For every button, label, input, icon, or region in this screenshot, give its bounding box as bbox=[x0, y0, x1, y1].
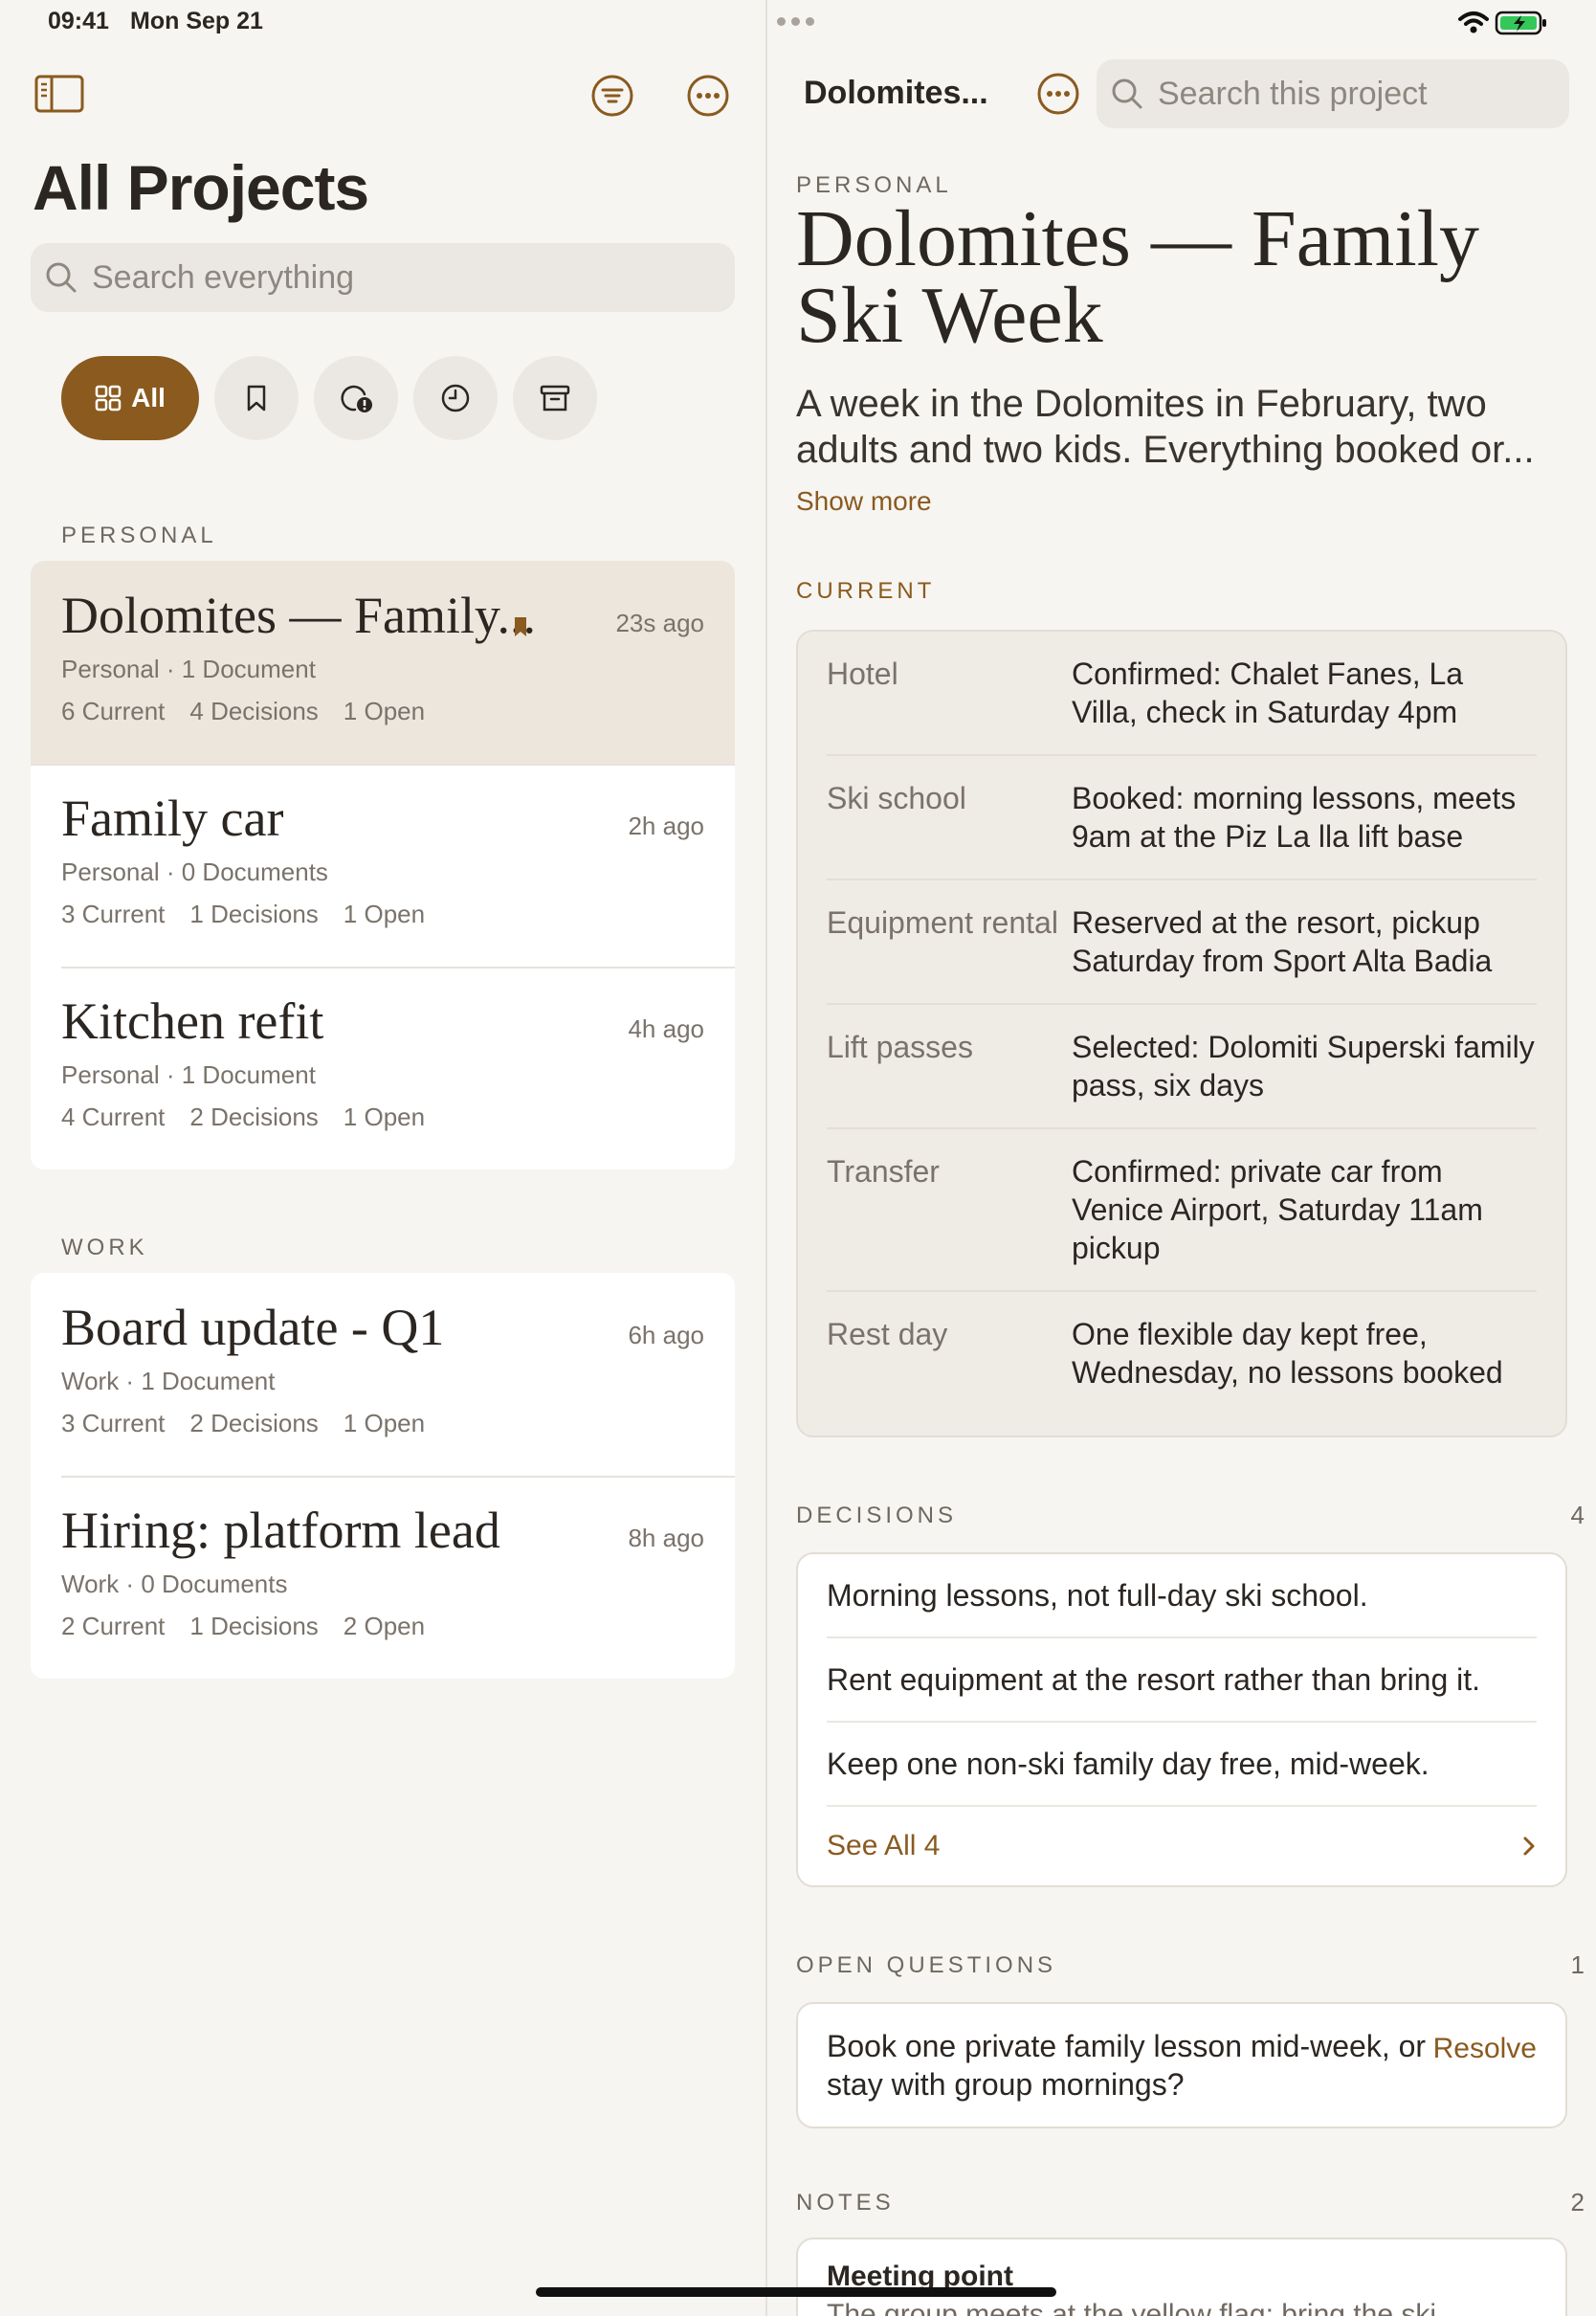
project-stats: 3 Current 2 Decisions 1 Open bbox=[61, 1409, 426, 1437]
detail-description: A week in the Dolomites in February, two… bbox=[796, 383, 1535, 471]
more-icon bbox=[687, 75, 729, 117]
filter-recent-chip[interactable] bbox=[413, 356, 498, 440]
show-more-link[interactable]: Show more bbox=[796, 486, 932, 517]
project-row-board-update[interactable]: Board update - Q1 6h ago Work · 1 Docume… bbox=[31, 1273, 735, 1476]
see-all-decisions-button[interactable]: See All 4 bbox=[827, 1807, 1537, 1885]
project-title: Dolomites — Family... bbox=[61, 587, 536, 644]
open-questions-count: 1 bbox=[1570, 1950, 1585, 1979]
filter-icon bbox=[591, 75, 633, 117]
filter-all-label: All bbox=[131, 383, 166, 412]
decisions-section-label: DECISIONS bbox=[796, 1503, 958, 1528]
search-icon bbox=[46, 262, 77, 293]
notes-count: 2 bbox=[1570, 2188, 1585, 2216]
more-button[interactable] bbox=[685, 73, 731, 119]
search-placeholder: Search this project bbox=[1158, 75, 1428, 112]
open-questions-list: Book one private family lesson mid-week,… bbox=[796, 2002, 1567, 2128]
search-input[interactable]: Search everything bbox=[31, 243, 735, 312]
clock-icon bbox=[441, 384, 470, 412]
page-title: All Projects bbox=[33, 152, 369, 223]
decision-item[interactable]: Morning lessons, not full-day ski school… bbox=[827, 1554, 1537, 1638]
project-group-work: Board update - Q1 6h ago Work · 1 Docume… bbox=[31, 1273, 735, 1679]
grid-icon bbox=[95, 385, 122, 412]
project-group-personal: Dolomites — Family... 23s ago Personal ·… bbox=[31, 561, 735, 1169]
notes-section-label: NOTES bbox=[796, 2190, 895, 2216]
current-section-label: CURRENT bbox=[796, 578, 936, 604]
decisions-list: Morning lessons, not full-day ski school… bbox=[796, 1552, 1567, 1887]
project-stats: 2 Current 1 Decisions 2 Open bbox=[61, 1612, 426, 1640]
project-title: Hiring: platform lead bbox=[61, 1502, 500, 1559]
section-label-personal: PERSONAL bbox=[61, 523, 217, 548]
current-list: Hotel Confirmed: Chalet Fanes, La Villa, … bbox=[796, 630, 1567, 1437]
project-title: Board update - Q1 bbox=[61, 1299, 445, 1356]
sidebar-toggle-button[interactable] bbox=[33, 73, 86, 115]
project-title: Kitchen refit bbox=[61, 992, 324, 1050]
current-row[interactable]: Ski school Booked: morning lessons, meets… bbox=[827, 756, 1537, 880]
project-row-hiring[interactable]: Hiring: platform lead 8h ago Work · 0 Do… bbox=[31, 1476, 735, 1679]
search-placeholder: Search everything bbox=[92, 258, 355, 296]
chevron-right-icon bbox=[1523, 1837, 1535, 1856]
decision-item[interactable]: Keep one non-ski family day free, mid-we… bbox=[827, 1723, 1537, 1807]
note-body: The group meets at the yellow flag; brin… bbox=[827, 2299, 1437, 2316]
project-meta: Work · 0 Documents bbox=[61, 1570, 288, 1598]
filter-bookmarked-chip[interactable] bbox=[214, 356, 299, 440]
project-row-dolomites[interactable]: Dolomites — Family... 23s ago Personal ·… bbox=[31, 561, 735, 764]
filter-open-chip[interactable] bbox=[314, 356, 398, 440]
filter-all-chip[interactable]: All bbox=[61, 356, 199, 440]
project-title: Family car bbox=[61, 790, 284, 847]
current-row[interactable]: Lift passes Selected: Dolomiti Superski f… bbox=[827, 1005, 1537, 1129]
bookmark-icon bbox=[515, 617, 526, 636]
project-time: 2h ago bbox=[628, 812, 704, 840]
resolve-button[interactable]: Resolve bbox=[1433, 2033, 1537, 2065]
filter-chips: All bbox=[61, 356, 597, 440]
current-row[interactable]: Hotel Confirmed: Chalet Fanes, La Villa, … bbox=[827, 632, 1537, 756]
project-row-kitchen-refit[interactable]: Kitchen refit 4h ago Personal · 1 Docume… bbox=[31, 967, 735, 1169]
sidebar: All Projects Search everything All PERSO… bbox=[0, 0, 765, 2316]
bookmark-icon bbox=[247, 385, 266, 412]
open-question-item: Book one private family lesson mid-week,… bbox=[827, 2004, 1537, 2127]
sidebar-toggle-icon bbox=[34, 75, 84, 113]
home-indicator[interactable] bbox=[536, 2287, 1056, 2297]
archive-icon bbox=[540, 385, 570, 412]
filter-button[interactable] bbox=[589, 73, 635, 119]
detail-nav-title: Dolomites... bbox=[804, 75, 988, 111]
current-row[interactable]: Equipment rental Reserved at the resort, … bbox=[827, 880, 1537, 1005]
project-stats: 3 Current 1 Decisions 1 Open bbox=[61, 900, 426, 928]
project-time: 8h ago bbox=[628, 1524, 704, 1552]
project-time: 4h ago bbox=[628, 1014, 704, 1043]
project-stats: 6 Current 4 Decisions 1 Open bbox=[61, 697, 426, 725]
decisions-count: 4 bbox=[1570, 1501, 1585, 1529]
project-row-family-car[interactable]: Family car 2h ago Personal · 0 Documents… bbox=[31, 764, 735, 967]
project-time: 6h ago bbox=[628, 1321, 704, 1349]
more-icon bbox=[1037, 73, 1079, 115]
current-row[interactable]: Transfer Confirmed: private car from Veni… bbox=[827, 1129, 1537, 1292]
see-all-label: See All 4 bbox=[827, 1830, 941, 1861]
decision-item[interactable]: Rent equipment at the resort rather than… bbox=[827, 1638, 1537, 1723]
project-meta: Personal · 1 Document bbox=[61, 1060, 316, 1089]
alert-circle-icon bbox=[341, 385, 372, 412]
project-search-input[interactable]: Search this project bbox=[1097, 59, 1569, 128]
project-meta: Work · 1 Document bbox=[61, 1367, 276, 1395]
project-meta: Personal · 1 Document bbox=[61, 655, 316, 683]
current-row[interactable]: Rest day One flexible day kept free, Wedn… bbox=[827, 1292, 1537, 1414]
project-meta: Personal · 0 Documents bbox=[61, 857, 328, 886]
notes-list: Meeting point The group meets at the yel… bbox=[796, 2238, 1567, 2316]
project-detail: Dolomites... Search this project PERSONA… bbox=[767, 0, 1596, 2316]
section-label-work: WORK bbox=[61, 1235, 148, 1260]
detail-more-button[interactable] bbox=[1035, 71, 1081, 117]
detail-title: Dolomites — Family Ski Week bbox=[796, 194, 1479, 360]
search-icon bbox=[1112, 78, 1142, 109]
project-stats: 4 Current 2 Decisions 1 Open bbox=[61, 1102, 426, 1131]
open-questions-section-label: OPEN QUESTIONS bbox=[796, 1952, 1057, 1978]
open-question-text: Book one private family lesson mid-week,… bbox=[827, 2029, 1427, 2102]
filter-archive-chip[interactable] bbox=[513, 356, 597, 440]
project-time: 23s ago bbox=[615, 609, 704, 637]
